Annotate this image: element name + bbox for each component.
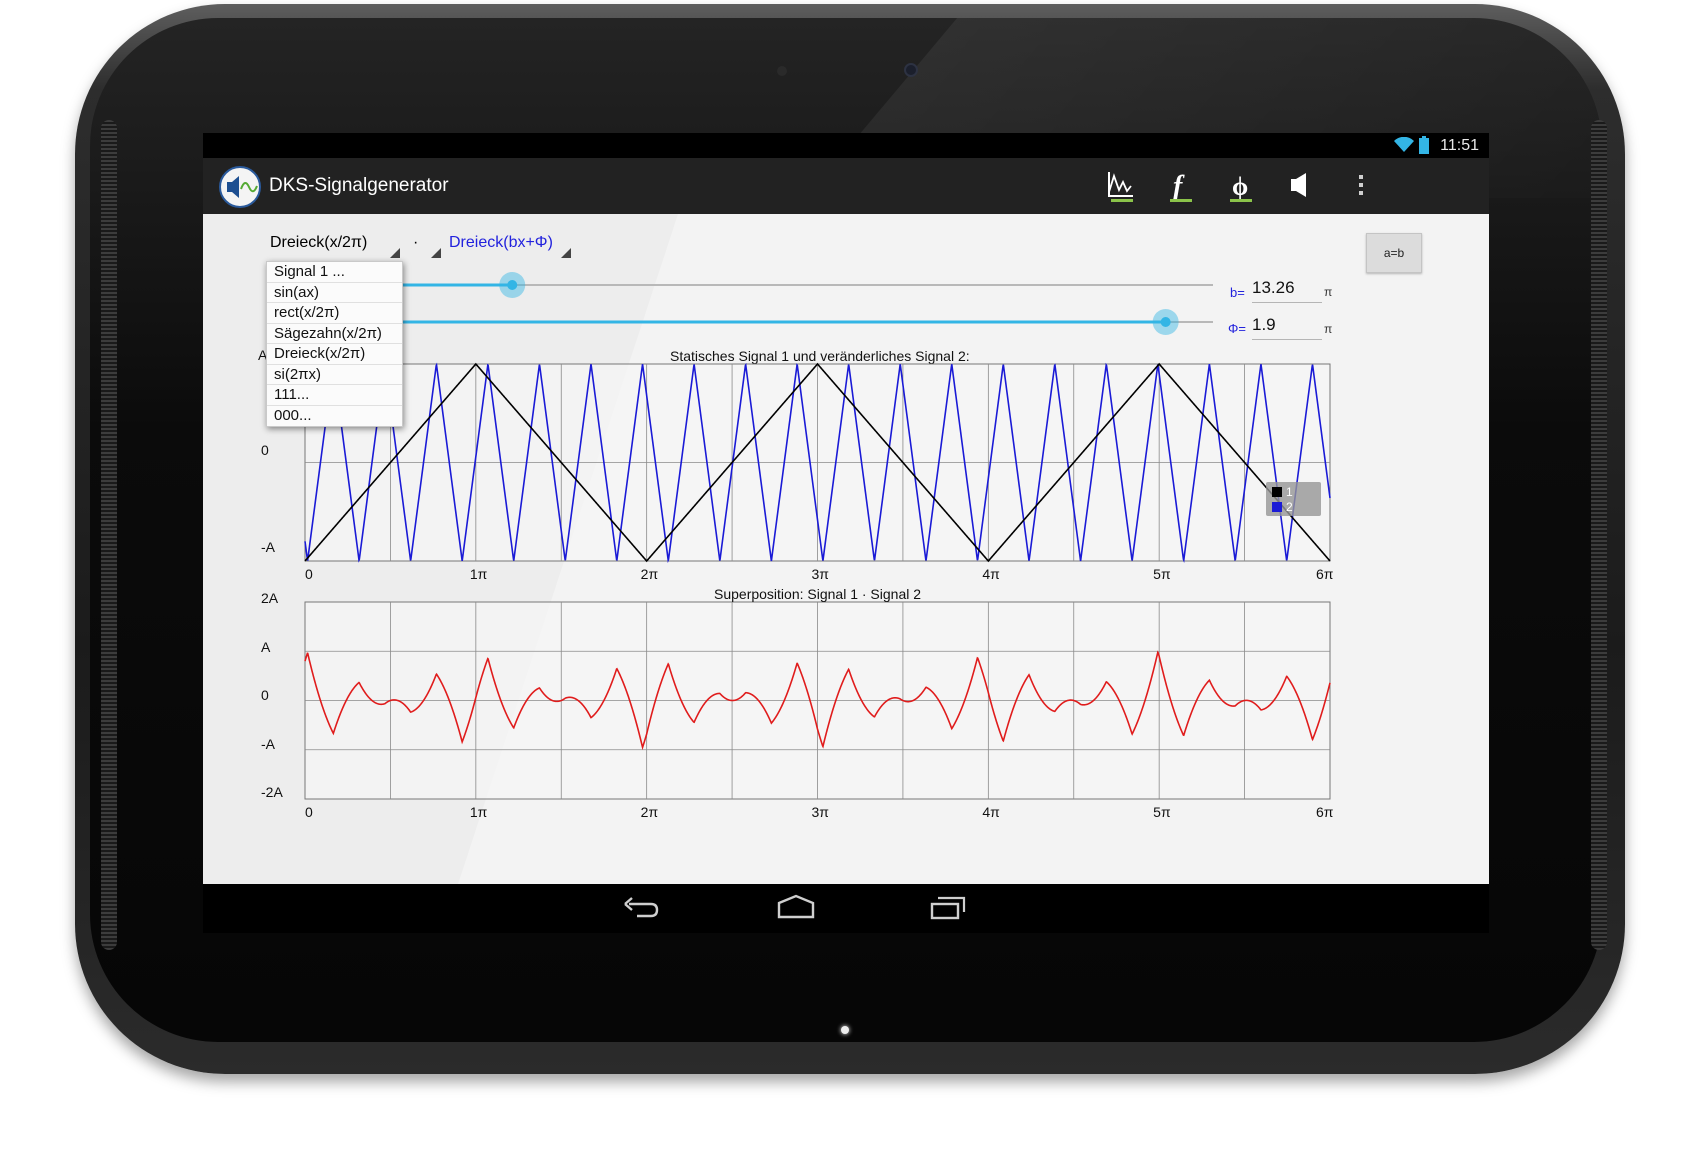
- signal-graph-button[interactable]: [1099, 164, 1143, 208]
- dropdown-item-signal1[interactable]: Signal 1 ...: [267, 262, 402, 283]
- dropdown-item-rect[interactable]: rect(x/2π): [267, 303, 402, 324]
- signal1-dropdown-menu: Signal 1 ... sin(ax) rect(x/2π) Sägezahn…: [266, 261, 403, 427]
- speaker-wave-icon: [227, 176, 258, 198]
- sensor-dot: [777, 66, 787, 76]
- chart2-xlabel: 6π: [1316, 804, 1334, 820]
- action-bar: DKS-Signalgenerator f ϕ: [203, 158, 1489, 214]
- speaker-button[interactable]: [1279, 164, 1323, 208]
- battery-icon: [1419, 136, 1429, 154]
- chart2-ylabel-a: A: [261, 639, 271, 655]
- dropdown-item-sin[interactable]: sin(ax): [267, 283, 402, 303]
- phase-icon: ϕ: [1230, 172, 1252, 202]
- chart2-ylabel-minus-a: -A: [261, 736, 275, 752]
- svg-text:ϕ: ϕ: [1232, 172, 1248, 201]
- legend-label-2: 2: [1286, 500, 1293, 514]
- chart2-xlabel: 2π: [640, 804, 659, 820]
- front-camera: [904, 63, 918, 77]
- app-icon[interactable]: [219, 166, 261, 208]
- right-speaker-grill: [1591, 120, 1607, 950]
- legend-label-1: 1: [1286, 485, 1293, 499]
- chart2-xlabel: 4π: [982, 804, 1000, 820]
- overflow-menu-icon: [1359, 175, 1363, 195]
- svg-text:f: f: [1173, 171, 1185, 202]
- dropdown-item-000[interactable]: 000...: [267, 406, 402, 427]
- wifi-icon: [1394, 137, 1414, 152]
- recents-icon[interactable]: [928, 893, 968, 923]
- legend-swatch-2: [1272, 502, 1282, 512]
- status-time: 11:51: [1440, 137, 1479, 154]
- function-icon: f: [1170, 171, 1192, 202]
- legend-swatch-1: [1272, 487, 1282, 497]
- chart2-ylabel-zero: 0: [261, 687, 269, 703]
- app-title: DKS-Signalgenerator: [269, 175, 449, 196]
- main-content: Dreieck(x/2π) · Dreieck(bx+Φ) a=b b= 13.…: [203, 214, 1489, 884]
- speaker-icon: [1291, 173, 1306, 197]
- chart2-ylabel-minus-2a: -2A: [261, 784, 283, 800]
- dropdown-item-dreieck[interactable]: Dreieck(x/2π): [267, 344, 402, 365]
- signal-graph-icon: [1108, 172, 1133, 202]
- home-icon[interactable]: [776, 893, 816, 921]
- screen: 11:51 DKS-Signalgenerator f ϕ Dreieck(x/…: [203, 133, 1489, 933]
- dropdown-item-111[interactable]: 111...: [267, 385, 402, 406]
- chart2-xlabel: 1π: [469, 804, 488, 820]
- chart2-ylabel-2a: 2A: [261, 590, 279, 606]
- chart1-legend: 1 2: [1266, 482, 1321, 516]
- status-bar: 11:51: [203, 133, 1489, 158]
- dropdown-item-saegezahn[interactable]: Sägezahn(x/2π): [267, 324, 402, 344]
- chart2-xlabel: 3π: [811, 804, 829, 820]
- chart2-title: Superposition: Signal 1 · Signal 2: [714, 586, 922, 602]
- overflow-menu-button[interactable]: [1339, 164, 1383, 208]
- legend-entry-2: 2: [1272, 500, 1293, 514]
- back-icon[interactable]: [621, 892, 661, 924]
- navigation-bar: [203, 884, 1489, 933]
- legend-entry-1: 1: [1272, 485, 1293, 499]
- chart2-xlabel: 5π: [1153, 804, 1171, 820]
- notification-led: [841, 1026, 849, 1034]
- left-speaker-grill: [101, 120, 117, 950]
- phase-button[interactable]: ϕ: [1219, 164, 1263, 208]
- function-button[interactable]: f: [1159, 164, 1203, 208]
- chart2-xlabel: 0: [305, 804, 313, 820]
- dropdown-item-si[interactable]: si(2πx): [267, 365, 402, 385]
